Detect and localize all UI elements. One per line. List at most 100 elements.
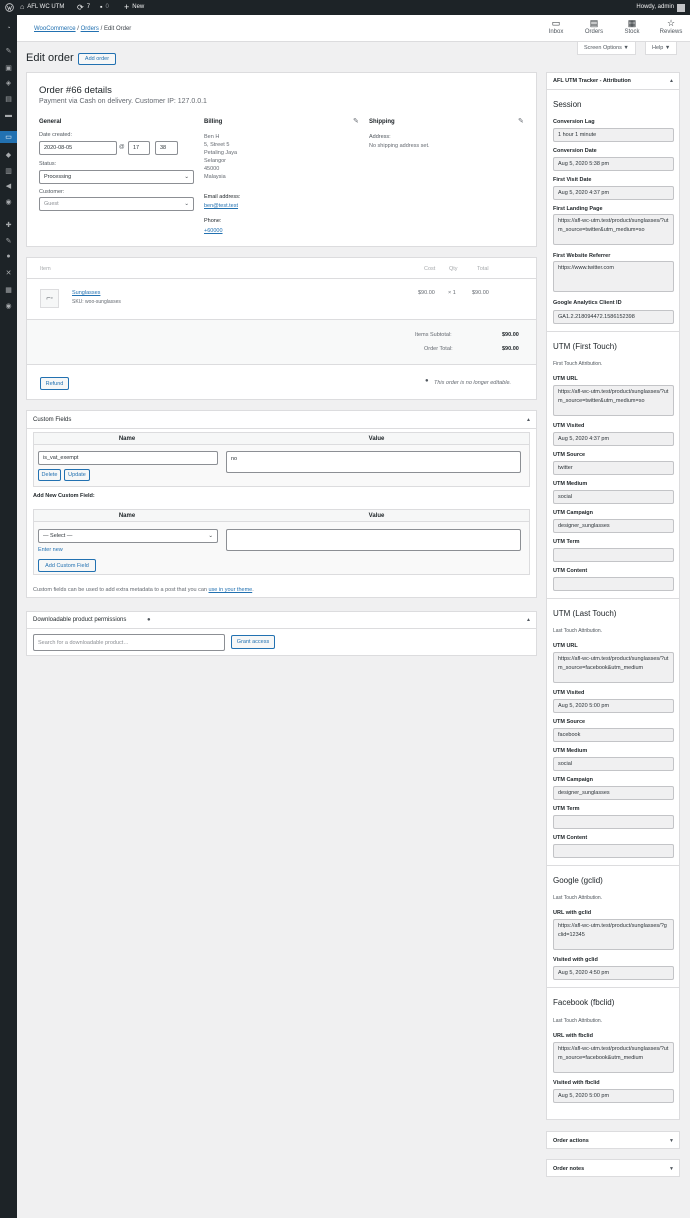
meta-key-input[interactable]: is_vat_exempt <box>38 451 218 465</box>
product-link-sunglasses[interactable]: Sunglasses <box>72 289 100 297</box>
new-meta-value-textarea[interactable] <box>226 529 521 551</box>
fbclid-desc: Last Touch Attribution. <box>553 1018 603 1024</box>
collapse-menu-icon[interactable]: ◉ <box>4 301 13 310</box>
conversion-date-field[interactable]: Aug 5, 2020 5:38 pm <box>553 157 674 171</box>
gclid-url-textarea[interactable]: https://afl-wc-utm.test/product/sunglass… <box>553 919 674 950</box>
collapse-toggle-icon[interactable]: ▲ <box>526 417 531 423</box>
first-utm-visited-field[interactable]: Aug 5, 2020 4:37 pm <box>553 432 674 446</box>
custom-fields-title: Custom Fields <box>33 417 72 423</box>
settings-icon[interactable]: ▦ <box>4 285 13 294</box>
gclid-visited-field[interactable]: Aug 5, 2020 4:50 pm <box>553 966 674 980</box>
comments-link[interactable]: ▪ 0 <box>100 0 109 15</box>
new-content-link[interactable]: + New <box>124 0 144 15</box>
expand-toggle-icon[interactable]: ▼ <box>669 1166 674 1172</box>
wrench-icon[interactable]: ✕ <box>4 268 13 277</box>
marketing-icon[interactable]: ◀ <box>4 181 13 190</box>
date-created-input[interactable]: 2020-08-05 <box>39 141 117 155</box>
dashboard-icon[interactable]: ◔ <box>4 24 13 33</box>
fbclid-url-textarea[interactable]: https://afl-wc-utm.test/product/sunglass… <box>553 1042 674 1073</box>
last-utm-term-field[interactable] <box>553 815 674 829</box>
gclid-desc: Last Touch Attribution. <box>553 895 603 901</box>
product-sku: SKU: woo-sunglasses <box>72 299 121 305</box>
analytics-icon[interactable]: ▥ <box>4 166 13 175</box>
last-utm-campaign-field[interactable]: designer_sunglasses <box>553 786 674 800</box>
expand-toggle-icon[interactable]: ▼ <box>669 1138 674 1144</box>
reviews-button[interactable]: ☆ Reviews <box>657 18 685 35</box>
delete-meta-button[interactable]: Delete <box>38 469 61 481</box>
referrer-textarea[interactable]: https://www.twitter.com <box>553 261 674 292</box>
add-order-button[interactable]: Add order <box>78 53 116 65</box>
meta-key-select[interactable]: — Select — ⌄ <box>38 529 218 543</box>
inbox-button[interactable]: ▭ Inbox <box>542 18 570 35</box>
products-icon[interactable]: ◆ <box>4 150 13 159</box>
posts-pin-icon[interactable]: ✎ <box>4 46 13 55</box>
new-name-column-header: Name <box>118 513 136 519</box>
first-utm-content-field[interactable] <box>553 577 674 591</box>
appearance-icon[interactable]: ◉ <box>4 197 13 206</box>
help-tip-icon[interactable]: ● <box>147 617 151 623</box>
comments-icon[interactable]: ▬ <box>4 111 13 120</box>
conversion-lag-field[interactable]: 1 hour 1 minute <box>553 128 674 142</box>
first-utm-url-textarea[interactable]: https://afl-wc-utm.test/product/sunglass… <box>553 385 674 416</box>
stock-button[interactable]: ▦ Stock <box>618 18 646 35</box>
first-utm-campaign-field[interactable]: designer_sunglasses <box>553 519 674 533</box>
value-column-header: Value <box>368 436 385 442</box>
minute-input[interactable]: 38 <box>155 141 178 155</box>
links-icon[interactable]: ◈ <box>4 78 13 87</box>
order-actions-panel[interactable]: Order actions ▼ <box>546 1131 680 1149</box>
collapse-toggle-icon[interactable]: ▲ <box>669 78 674 84</box>
meta-value-textarea[interactable]: no <box>226 451 521 473</box>
collapse-toggle-icon[interactable]: ▲ <box>526 617 531 623</box>
last-utm-url-textarea[interactable]: https://afl-wc-utm.test/product/sunglass… <box>553 652 674 683</box>
breadcrumb-orders[interactable]: Orders <box>81 26 99 32</box>
grant-access-button[interactable]: Grant access <box>231 635 275 649</box>
pages-icon[interactable]: ▤ <box>4 94 13 103</box>
first-utm-term-field[interactable] <box>553 548 674 562</box>
ga-client-id-field[interactable]: GA1.2.218094472.1586152398 <box>553 310 674 324</box>
admin-bar: ⌂ AFL WC UTM ⟳ 7 ▪ 0 + New Howdy, admin <box>0 0 690 15</box>
orders-icon: ▤ <box>589 18 599 28</box>
conversion-lag-label: Conversion Lag <box>553 119 595 125</box>
chevron-down-icon: ⌄ <box>184 201 189 207</box>
media-icon[interactable]: ▣ <box>4 63 13 72</box>
first-utm-source-field[interactable]: twitter <box>553 461 674 475</box>
avatar <box>677 3 685 12</box>
plugins-icon[interactable]: ✚ <box>4 220 13 229</box>
last-utm-content-field[interactable] <box>553 844 674 858</box>
refund-button[interactable]: Refund <box>40 377 69 390</box>
billing-phone-link[interactable]: +60000 <box>204 227 223 235</box>
woocommerce-icon[interactable]: ▭ <box>0 131 17 143</box>
last-utm-medium-field[interactable]: social <box>553 757 674 771</box>
customer-select[interactable]: Guest ⌄ <box>39 197 194 211</box>
hour-input[interactable]: 17 <box>128 141 150 155</box>
my-account-link[interactable]: Howdy, admin <box>636 0 685 15</box>
status-select[interactable]: Processing ⌄ <box>39 170 194 184</box>
last-utm-source-field[interactable]: facebook <box>553 728 674 742</box>
landing-page-textarea[interactable]: https://afl-wc-utm.test/product/sunglass… <box>553 214 674 245</box>
updates-link[interactable]: ⟳ 7 <box>77 0 90 15</box>
site-name-link[interactable]: ⌂ AFL WC UTM <box>20 0 64 15</box>
first-utm-medium-field[interactable]: social <box>553 490 674 504</box>
edit-billing-pencil-icon[interactable]: ✎ <box>353 117 359 125</box>
item-column-header: Item <box>40 266 51 272</box>
billing-email-link[interactable]: ben@test.test <box>204 202 238 210</box>
download-search-input[interactable]: Search for a downloadable product… <box>33 634 225 651</box>
tools-pin-icon[interactable]: ✎ <box>4 236 13 245</box>
orders-button[interactable]: ▤ Orders <box>580 18 608 35</box>
fbclid-visited-field[interactable]: Aug 5, 2020 5:00 pm <box>553 1089 674 1103</box>
screen-options-button[interactable]: Screen Options ▼ <box>577 42 636 55</box>
update-meta-button[interactable]: Update <box>64 469 90 481</box>
enter-new-link[interactable]: Enter new <box>38 546 63 554</box>
last-utm-visited-field[interactable]: Aug 5, 2020 5:00 pm <box>553 699 674 713</box>
item-qty: × 1 <box>448 290 456 296</box>
help-button[interactable]: Help ▼ <box>645 42 678 55</box>
add-custom-field-button[interactable]: Add Custom Field <box>38 559 96 572</box>
use-in-theme-link[interactable]: use in your theme <box>209 587 253 593</box>
users-icon[interactable]: ● <box>4 252 13 261</box>
first-visit-field[interactable]: Aug 5, 2020 4:37 pm <box>553 186 674 200</box>
wordpress-logo-icon[interactable] <box>5 0 14 15</box>
help-circle-icon: ● <box>425 378 429 384</box>
order-notes-panel[interactable]: Order notes ▼ <box>546 1159 680 1177</box>
edit-shipping-pencil-icon[interactable]: ✎ <box>518 117 524 125</box>
breadcrumb-woocommerce[interactable]: WooCommerce <box>34 26 76 32</box>
